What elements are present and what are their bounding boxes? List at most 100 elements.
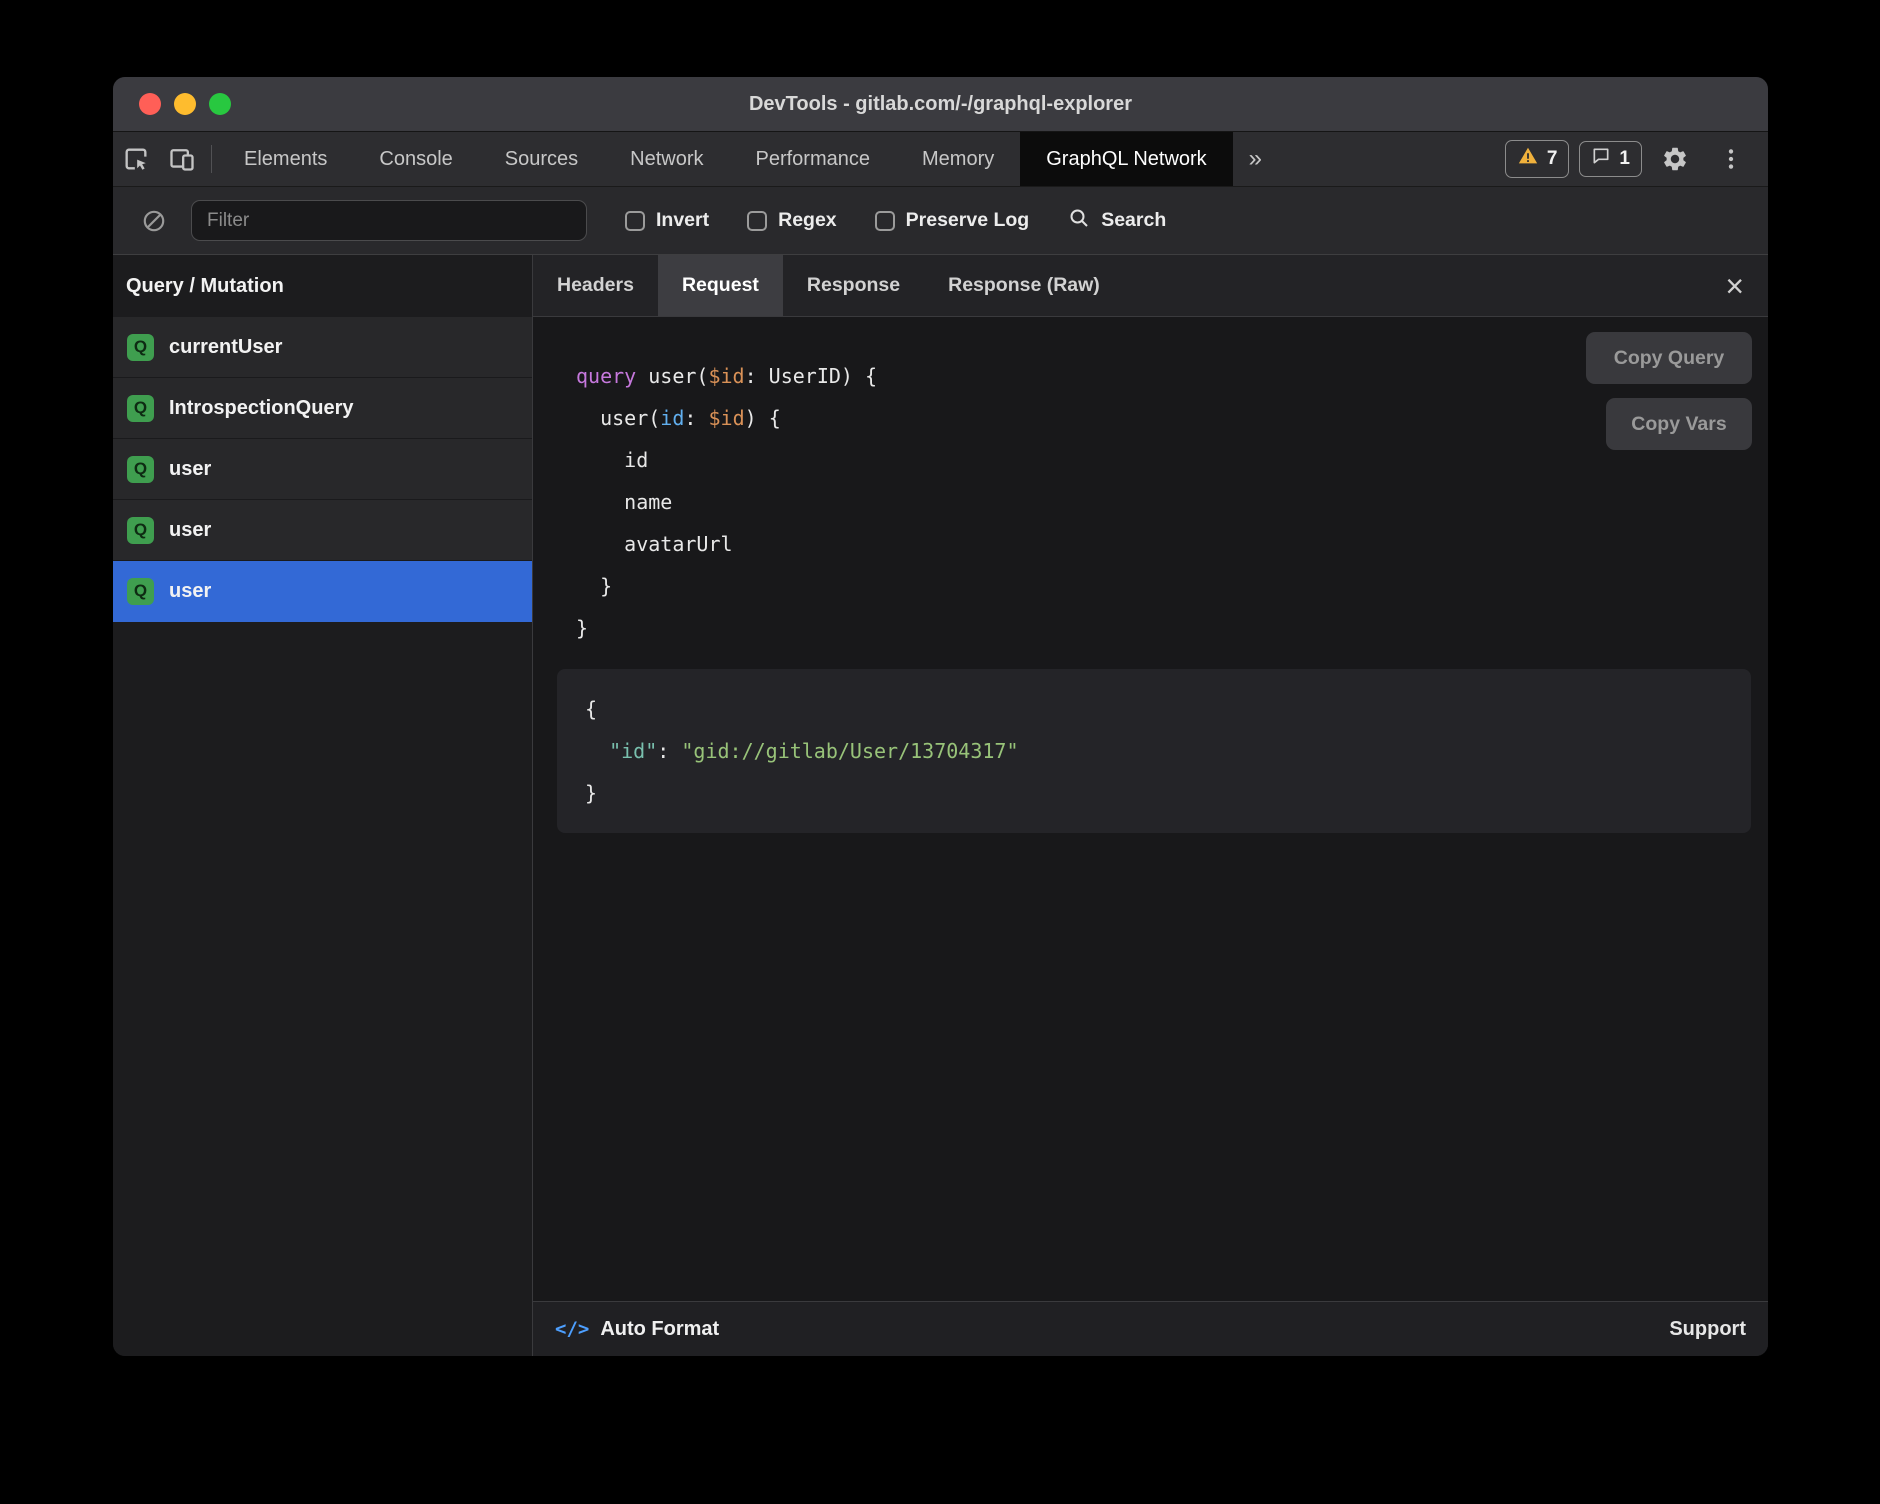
copy-vars-button[interactable]: Copy Vars xyxy=(1606,398,1752,450)
search-control[interactable]: Search xyxy=(1067,206,1166,235)
detail-tabbar: HeadersRequestResponseResponse (Raw) × xyxy=(533,255,1768,317)
detail-tab-request[interactable]: Request xyxy=(658,255,783,316)
detail-tab-headers[interactable]: Headers xyxy=(533,255,658,316)
filter-input[interactable] xyxy=(191,200,587,241)
code-line: "id": "gid://gitlab/User/13704317" xyxy=(585,730,1723,772)
close-window-button[interactable] xyxy=(139,93,161,115)
messages-badge[interactable]: 1 xyxy=(1579,141,1642,177)
warning-count: 7 xyxy=(1547,148,1558,170)
code-line: name xyxy=(576,481,1768,523)
request-variables-code: { "id": "gid://gitlab/User/13704317"} xyxy=(585,688,1723,814)
code-token-plain: avatarUrl xyxy=(576,532,733,556)
device-toolbar-icon[interactable] xyxy=(159,132,205,186)
close-panel-button[interactable]: × xyxy=(1725,270,1744,302)
checkbox-preserve-log[interactable] xyxy=(875,211,895,231)
settings-gear-icon[interactable] xyxy=(1652,145,1698,173)
devtools-tabbar: ElementsConsoleSourcesNetworkPerformance… xyxy=(113,132,1768,187)
code-line: } xyxy=(576,607,1768,649)
window-title: DevTools - gitlab.com/-/graphql-explorer xyxy=(749,93,1132,116)
checkbox-group-regex[interactable]: Regex xyxy=(747,209,837,232)
support-link[interactable]: Support xyxy=(1669,1318,1746,1341)
sidebar-item-2-user[interactable]: Quser xyxy=(113,439,532,500)
code-token-plain: } xyxy=(576,574,612,598)
zoom-window-button[interactable] xyxy=(209,93,231,115)
message-bubble-icon xyxy=(1591,146,1611,172)
tab-performance[interactable]: Performance xyxy=(730,132,897,186)
minimize-window-button[interactable] xyxy=(174,93,196,115)
filter-toolbar: Invert Regex Preserve Log Search xyxy=(113,187,1768,255)
detail-panel: HeadersRequestResponseResponse (Raw) × q… xyxy=(533,255,1768,1356)
tab-sources[interactable]: Sources xyxy=(479,132,604,186)
query-type-badge: Q xyxy=(127,456,154,483)
code-token-plain: } xyxy=(585,781,597,805)
kebab-menu-icon[interactable] xyxy=(1708,146,1754,172)
clear-block-icon[interactable] xyxy=(131,208,177,234)
toolbar-checkboxes: Invert Regex Preserve Log xyxy=(587,209,1029,232)
code-line: id xyxy=(576,439,1768,481)
copy-query-button[interactable]: Copy Query xyxy=(1586,332,1752,384)
sidebar-item-label: user xyxy=(169,519,211,542)
sidebar-item-1-introspectionquery[interactable]: Q IntrospectionQuery xyxy=(113,378,532,439)
detail-tab-response-raw[interactable]: Response (Raw) xyxy=(924,255,1124,316)
sidebar-item-0-currentuser[interactable]: QcurrentUser xyxy=(113,317,532,378)
tabbar-divider xyxy=(211,145,212,173)
code-brackets-icon: </> xyxy=(555,1318,589,1340)
tab-elements[interactable]: Elements xyxy=(218,132,353,186)
code-token-plain: user( xyxy=(636,364,708,388)
checkbox-group-preserve-log[interactable]: Preserve Log xyxy=(875,209,1030,232)
sidebar-item-label: IntrospectionQuery xyxy=(169,397,353,420)
auto-format-button[interactable]: </> Auto Format xyxy=(555,1318,719,1341)
code-token-key: "id" xyxy=(609,739,657,763)
devtools-tabs: ElementsConsoleSourcesNetworkPerformance… xyxy=(218,132,1233,186)
search-icon xyxy=(1067,206,1091,235)
devtools-window: DevTools - gitlab.com/-/graphql-explorer… xyxy=(113,77,1768,1356)
code-token-plain: name xyxy=(576,490,672,514)
panel-footer: </> Auto Format Support xyxy=(533,1301,1768,1356)
code-token-var: $id xyxy=(708,364,744,388)
detail-tab-response[interactable]: Response xyxy=(783,255,924,316)
request-query-code: query user($id: UserID) { user(id: $id) … xyxy=(576,355,1768,649)
warnings-badge[interactable]: 7 xyxy=(1505,140,1570,178)
checkbox-regex[interactable] xyxy=(747,211,767,231)
tab-memory[interactable]: Memory xyxy=(896,132,1020,186)
code-line: } xyxy=(585,772,1723,814)
code-line: avatarUrl xyxy=(576,523,1768,565)
sidebar-item-3-user[interactable]: Quser xyxy=(113,500,532,561)
request-content: query user($id: UserID) { user(id: $id) … xyxy=(533,317,1768,1301)
code-token-plain: } xyxy=(576,616,588,640)
message-count: 1 xyxy=(1619,148,1630,170)
code-token-plain: : xyxy=(657,739,681,763)
query-type-badge: Q xyxy=(127,395,154,422)
code-token-plain xyxy=(585,739,609,763)
traffic-lights xyxy=(139,77,231,131)
inspect-element-icon[interactable] xyxy=(113,132,159,186)
sidebar-item-4-user[interactable]: Quser xyxy=(113,561,532,622)
code-line: { xyxy=(585,688,1723,730)
tab-console[interactable]: Console xyxy=(353,132,478,186)
sidebar-item-label: user xyxy=(169,580,211,603)
code-token-plain: { xyxy=(585,697,597,721)
titlebar: DevTools - gitlab.com/-/graphql-explorer xyxy=(113,77,1768,132)
code-token-plain: id xyxy=(576,448,648,472)
query-list: QcurrentUserQIntrospectionQueryQuserQuse… xyxy=(113,317,532,622)
code-token-plain: : xyxy=(684,406,708,430)
tab-network[interactable]: Network xyxy=(604,132,729,186)
warning-icon xyxy=(1517,145,1539,173)
search-label: Search xyxy=(1101,209,1166,232)
sidebar: Query / Mutation QcurrentUserQIntrospect… xyxy=(113,255,533,1356)
query-type-badge: Q xyxy=(127,334,154,361)
tab-graphql-network[interactable]: GraphQL Network xyxy=(1020,132,1232,186)
checkbox-label-invert: Invert xyxy=(656,209,709,232)
code-token-str: "gid://gitlab/User/13704317" xyxy=(681,739,1018,763)
more-tabs-button[interactable]: » xyxy=(1233,132,1278,186)
query-type-badge: Q xyxy=(127,517,154,544)
sidebar-header: Query / Mutation xyxy=(113,255,532,317)
checkbox-invert[interactable] xyxy=(625,211,645,231)
checkbox-group-invert[interactable]: Invert xyxy=(625,209,709,232)
request-variables-box: { "id": "gid://gitlab/User/13704317"} xyxy=(557,669,1751,833)
code-token-plain: : UserID) { xyxy=(745,364,877,388)
main-area: Query / Mutation QcurrentUserQIntrospect… xyxy=(113,255,1768,1356)
auto-format-label: Auto Format xyxy=(600,1318,719,1341)
code-line: } xyxy=(576,565,1768,607)
code-token-plain: ) { xyxy=(745,406,781,430)
